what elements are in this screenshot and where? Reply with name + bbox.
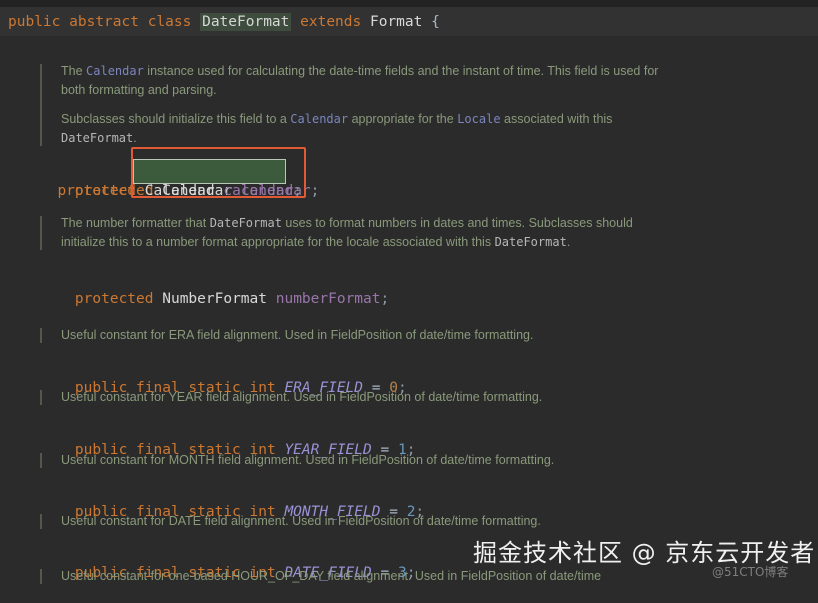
javadoc-numberformat: The number formatter that DateFormat use…	[40, 214, 680, 252]
semicolon: ;	[310, 183, 320, 199]
code-ref-dateformat[interactable]: DateFormat	[495, 235, 567, 249]
field-name-calendar[interactable]: calendar	[223, 183, 293, 199]
modifier-protected: protected	[57, 183, 137, 199]
keyword-abstract: abstract	[69, 13, 139, 30]
constant-declaration-year-field[interactable]: public final static int YEAR_FIELD = 1;	[40, 420, 416, 480]
doc-block-era-field: Useful constant for ERA field alignment.…	[40, 326, 740, 345]
javadoc-paragraph: Useful constant for ERA field alignment.…	[61, 328, 534, 342]
javadoc-paragraph: Subclasses should initialize this field …	[61, 112, 613, 145]
code-ref-calendar[interactable]: Calendar	[290, 112, 348, 126]
doc-block-year-field: Useful constant for YEAR field alignment…	[40, 388, 740, 407]
class-name-dateformat[interactable]: DateFormat	[200, 12, 292, 31]
type-numberformat[interactable]: NumberFormat	[162, 291, 267, 307]
code-ref-locale[interactable]: Locale	[457, 112, 500, 126]
javadoc-paragraph: Useful constant for MONTH field alignmen…	[61, 453, 555, 467]
semicolon: ;	[380, 291, 390, 307]
javadoc-paragraph: The Calendar instance used for calculati…	[61, 64, 659, 97]
doc-block-month-field: Useful constant for MONTH field alignmen…	[40, 451, 740, 470]
field-name-numberformat[interactable]: numberFormat	[276, 291, 381, 307]
javadoc-hour-of-day-field: Useful constant for one-based HOUR_OF_DA…	[40, 567, 800, 586]
super-class-format[interactable]: Format	[370, 14, 422, 30]
field-declaration-numberformat[interactable]: protected NumberFormat numberFormat;	[40, 269, 389, 329]
javadoc-year-field: Useful constant for YEAR field alignment…	[40, 388, 740, 407]
javadoc-paragraph: Useful constant for one-based HOUR_OF_DA…	[61, 569, 602, 583]
code-ref-dateformat[interactable]: DateFormat	[210, 216, 282, 230]
class-declaration-line: public abstract class DateFormat extends…	[0, 7, 818, 36]
javadoc-date-field: Useful constant for DATE field alignment…	[40, 512, 740, 531]
keyword-public: public	[8, 13, 61, 30]
watermark-secondary: @51CTO博客	[712, 565, 789, 579]
modifier-protected: protected	[74, 291, 154, 307]
code-ref-dateformat[interactable]: DateFormat	[61, 131, 133, 145]
javadoc-calendar: The Calendar instance used for calculati…	[40, 62, 680, 148]
type-calendar[interactable]: Calendar	[145, 183, 215, 199]
open-brace: {	[431, 13, 440, 30]
javadoc-month-field: Useful constant for MONTH field alignmen…	[40, 451, 740, 470]
semicolon: ;	[293, 183, 302, 199]
javadoc-paragraph: The number formatter that DateFormat use…	[61, 216, 633, 249]
javadoc-paragraph: Useful constant for DATE field alignment…	[61, 514, 541, 528]
field-declaration-calendar-overlay[interactable]: protected Calendar calendar;	[40, 161, 302, 201]
doc-block-hour-of-day-field-truncated: Useful constant for one-based HOUR_OF_DA…	[40, 567, 800, 586]
code-ref-calendar[interactable]: Calendar	[86, 64, 144, 78]
doc-block-numberformat: The number formatter that DateFormat use…	[40, 214, 680, 252]
doc-block-calendar: The Calendar instance used for calculati…	[40, 62, 680, 148]
javadoc-era-field: Useful constant for ERA field alignment.…	[40, 326, 740, 345]
javadoc-paragraph: Useful constant for YEAR field alignment…	[61, 390, 543, 404]
keyword-class: class	[147, 13, 192, 30]
doc-block-date-field: Useful constant for DATE field alignment…	[40, 512, 740, 531]
keyword-extends: extends	[300, 13, 362, 30]
editor-surface[interactable]: The Calendar instance used for calculati…	[0, 36, 818, 584]
window-top-strip	[0, 0, 818, 7]
